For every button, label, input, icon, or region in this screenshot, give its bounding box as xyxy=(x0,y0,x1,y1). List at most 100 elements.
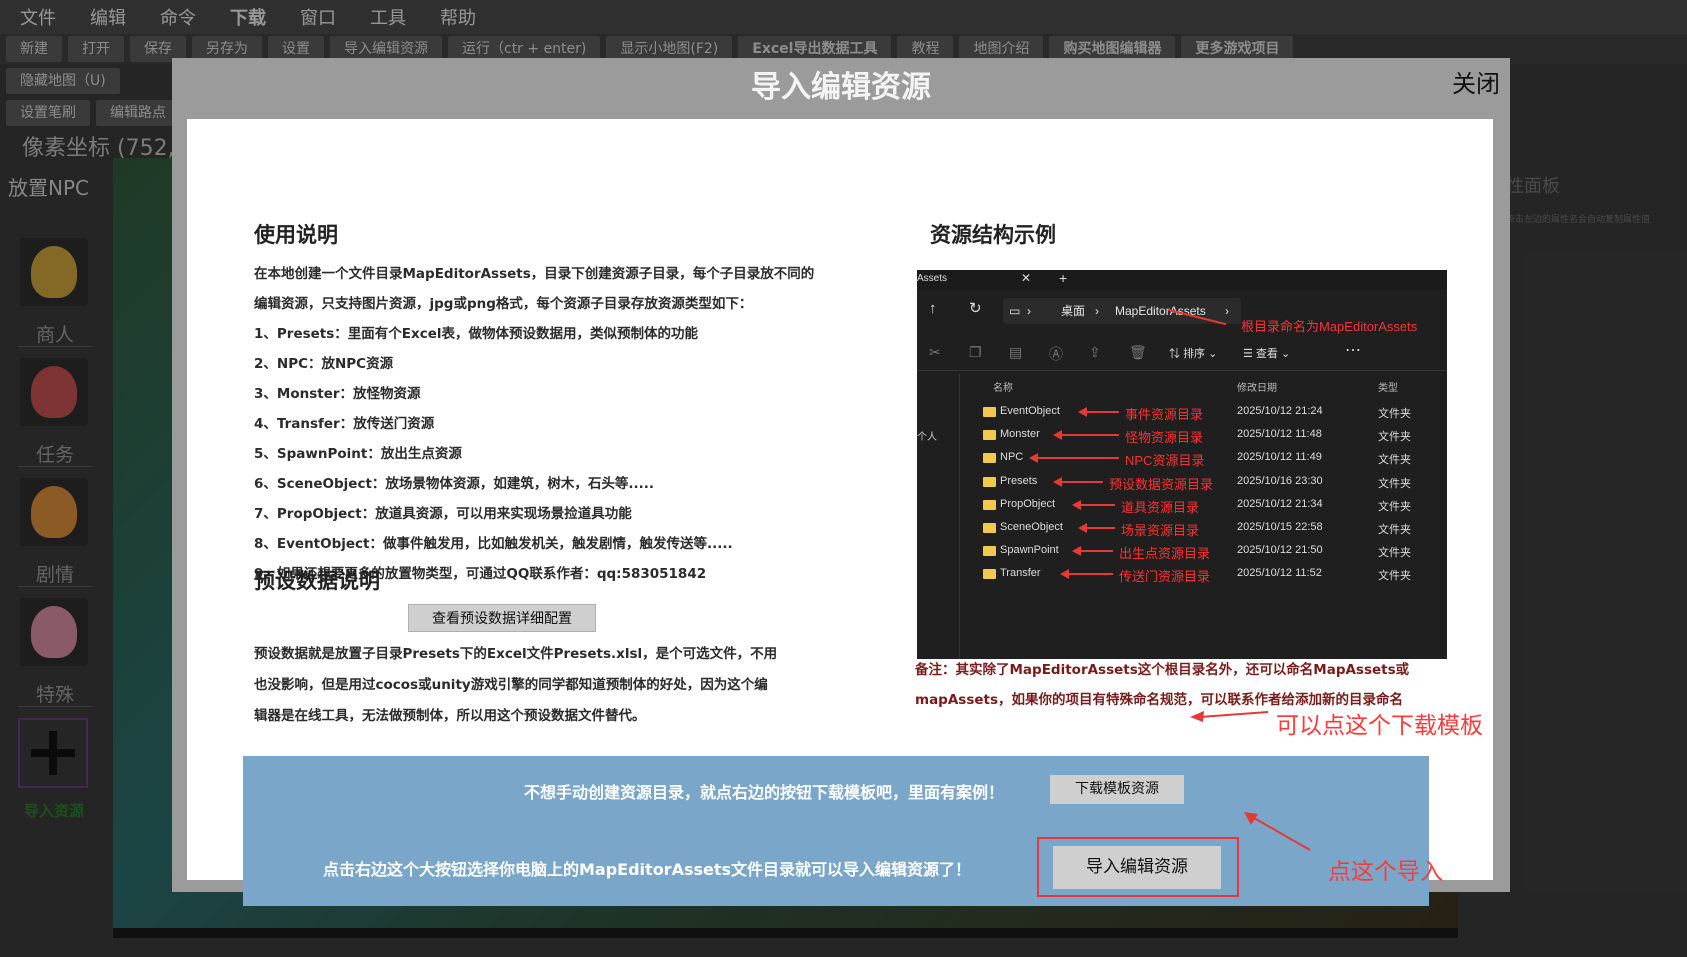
instruction-line: 1、Presets：里面有个Excel表，做物体预设数据用，类似预制体的功能 xyxy=(254,326,698,342)
annotation-arrow xyxy=(1061,434,1119,437)
explorer-screenshot: Assets ✕ + ↑ ↻ ▭ › 桌面 › MapEditorAssets … xyxy=(917,270,1447,659)
monitor-icon: ▭ xyxy=(1009,304,1021,318)
import-hint: 点击右边这个大按钮选择你电脑上的MapEditorAssets文件目录就可以导入… xyxy=(323,860,972,879)
folder-type: 文件夹 xyxy=(1378,431,1411,444)
folder-type: 文件夹 xyxy=(1378,454,1411,467)
instruction-line: 编辑资源，只支持图片资源，jpg或png格式，每个资源子目录存放资源类型如下： xyxy=(254,296,753,312)
folder-type: 文件夹 xyxy=(1378,524,1411,536)
folder-type: 文件夹 xyxy=(1378,477,1411,490)
explorer-tab-label: Assets xyxy=(917,273,948,284)
col-name: 名称 xyxy=(993,383,1013,394)
folder-date: 2025/10/16 23:30 xyxy=(1237,474,1323,487)
preset-description: 预设数据就是放置子目录Presets下的Excel文件Presets.xlsl，… xyxy=(254,639,814,732)
instruction-line: 5、SpawnPoint：放出生点资源 xyxy=(254,446,462,462)
download-annotation-arrow xyxy=(1190,711,1269,722)
root-annotation: 根目录命名为MapEditorAssets xyxy=(1241,319,1418,334)
sort-menu: ⇅ 排序 ⌄ xyxy=(1169,348,1218,360)
folder-type: 文件夹 xyxy=(1378,570,1411,583)
rename-icon: Ⓐ xyxy=(1049,346,1063,362)
annotation-arrow xyxy=(1086,527,1115,529)
download-hint: 不想手动创建资源目录，就点右边的按钮下载模板吧，里面有案例！ xyxy=(524,783,1005,802)
folder-icon xyxy=(983,523,996,533)
folder-date: 2025/10/15 22:58 xyxy=(1237,521,1323,533)
folder-row: SceneObject 场景资源目录 2025/10/15 22:58 文件夹 xyxy=(917,516,1447,540)
refresh-icon: ↻ xyxy=(969,300,982,317)
instruction-line: 在本地创建一个文件目录MapEditorAssets，目录下创建资源子目录，每个… xyxy=(254,266,815,282)
import-annotation: 点这个导入 xyxy=(1328,859,1443,885)
folder-icon xyxy=(983,453,996,464)
chevron-right-icon: › xyxy=(1095,304,1099,318)
breadcrumb-desktop: 桌面 xyxy=(1061,304,1086,318)
folder-name: SceneObject xyxy=(1000,521,1063,533)
annotation-arrow xyxy=(1086,411,1119,413)
more-icon: ⋯ xyxy=(1345,342,1361,359)
preset-line: 辑器是在线工具，无法做预制体，所以用这个预设数据文件替代。 xyxy=(254,708,646,724)
folder-date: 2025/10/12 11:52 xyxy=(1237,567,1322,580)
folder-annotation: 传送门资源目录 xyxy=(1119,569,1211,585)
folder-annotation: 道具资源目录 xyxy=(1121,499,1200,515)
folder-type: 文件夹 xyxy=(1378,500,1411,513)
import-assets-button[interactable]: 导入编辑资源 xyxy=(1053,846,1221,889)
folder-row: EventObject 事件资源目录 2025/10/12 21:24 文件夹 xyxy=(917,400,1447,424)
folder-name: Monster xyxy=(1000,428,1040,441)
modal-title: 导入编辑资源 xyxy=(751,70,931,105)
chevron-right-icon: › xyxy=(1225,304,1229,318)
folder-name: PropObject xyxy=(1000,497,1056,510)
explorer-tabbar: Assets ✕ + xyxy=(917,270,1447,290)
explorer-column-headers: 名称 修改日期 类型 xyxy=(917,374,1447,398)
modal-header: 导入编辑资源 关闭 xyxy=(172,58,1510,105)
import-assets-modal: 导入编辑资源 关闭 使用说明 在本地创建一个文件目录MapEditorAsset… xyxy=(172,58,1510,906)
folder-date: 2025/10/12 11:48 xyxy=(1237,428,1322,441)
folder-annotation: 预设数据资源目录 xyxy=(1109,476,1214,492)
annotation-arrow xyxy=(1067,573,1113,576)
explorer-command-bar: ✂ ❐ ▤ Ⓐ ⇪ 🗑 ⇅ 排序 ⌄ ☰ 查看 ⌄ ⋯ xyxy=(917,336,1447,371)
sort-label: 排序 xyxy=(1183,348,1206,360)
folder-name: EventObject xyxy=(1000,405,1060,417)
instructions-list: 在本地创建一个文件目录MapEditorAssets，目录下创建资源子目录，每个… xyxy=(254,259,814,589)
copy-icon: ❐ xyxy=(969,344,982,360)
note-line: 备注：其实除了MapEditorAssets这个根目录名外，还可以命名MapAs… xyxy=(915,662,1410,678)
folder-annotation: 出生点资源目录 xyxy=(1119,546,1211,562)
download-template-button[interactable]: 下载模板资源 xyxy=(1050,775,1184,804)
plus-icon: + xyxy=(1059,270,1068,286)
instruction-line: 3、Monster：放怪物资源 xyxy=(254,386,421,402)
folder-row: PropObject 道具资源目录 2025/10/12 21:34 文件夹 xyxy=(917,493,1447,517)
share-icon: ⇪ xyxy=(1089,344,1101,360)
preset-line: 预设数据就是放置子目录Presets下的Excel文件Presets.xlsl，… xyxy=(254,646,778,662)
arrow-up-icon: ↑ xyxy=(929,300,937,317)
view-preset-config-button[interactable]: 查看预设数据详细配置 xyxy=(408,604,596,632)
folder-annotation: 怪物资源目录 xyxy=(1125,430,1204,446)
folder-name: SpawnPoint xyxy=(1000,544,1059,557)
folder-icon xyxy=(983,430,996,441)
col-date: 修改日期 xyxy=(1237,383,1277,394)
folder-name: NPC xyxy=(1000,451,1024,464)
folder-row: SpawnPoint 出生点资源目录 2025/10/12 21:50 文件夹 xyxy=(917,539,1447,563)
download-annotation: 可以点这个下载模板 xyxy=(1276,713,1483,739)
annotation-arrow xyxy=(1061,480,1103,483)
col-type: 类型 xyxy=(1378,383,1398,394)
view-label: 查看 xyxy=(1255,348,1278,360)
explorer-address-row: ↑ ↻ ▭ › 桌面 › MapEditorAssets › 根目录命名为Map… xyxy=(917,294,1447,334)
instruction-line: 8、EventObject：做事件触发用，比如触发机关，触发剧情，触发传送等..… xyxy=(254,536,733,552)
annotation-arrow xyxy=(1036,457,1119,460)
folder-row: NPC NPC资源目录 2025/10/12 11:49 文件夹 xyxy=(917,446,1447,470)
folder-type: 文件夹 xyxy=(1378,547,1411,560)
instruction-line: 2、NPC：放NPC资源 xyxy=(254,356,394,372)
annotation-arrow xyxy=(1080,550,1113,553)
instruction-line: 7、PropObject：放道具资源，可以用来实现场景捡道具功能 xyxy=(254,506,632,522)
breadcrumb-folder: MapEditorAssets xyxy=(1115,304,1206,318)
structure-title: 资源结构示例 xyxy=(930,223,1056,247)
folder-icon xyxy=(983,407,996,417)
folder-icon xyxy=(983,569,996,580)
folder-row: Transfer 传送门资源目录 2025/10/12 11:52 文件夹 xyxy=(917,562,1447,586)
instruction-line: 4、Transfer：放传送门资源 xyxy=(254,416,435,432)
close-button[interactable]: 关闭 xyxy=(1452,64,1500,99)
preset-title: 预设数据说明 xyxy=(254,569,380,593)
folder-date: 2025/10/12 21:24 xyxy=(1237,405,1323,417)
folder-type: 文件夹 xyxy=(1378,408,1411,420)
folder-date: 2025/10/12 21:34 xyxy=(1237,497,1323,510)
chevron-right-icon: › xyxy=(1027,304,1031,318)
instructions-title: 使用说明 xyxy=(254,223,338,247)
instruction-line: 6、SceneObject：放场景物体资源，如建筑，树木，石头等..... xyxy=(254,476,655,492)
folder-icon xyxy=(983,476,996,487)
